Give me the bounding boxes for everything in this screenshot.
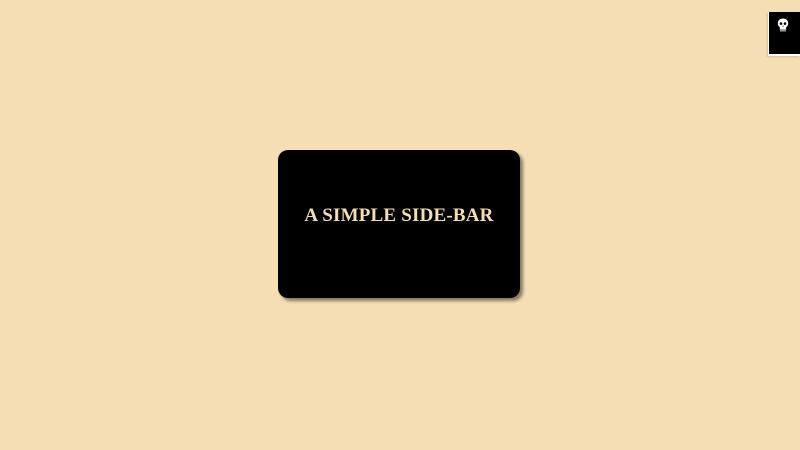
page-title: A SIMPLE SIDE-BAR xyxy=(304,205,494,226)
skull-icon xyxy=(777,18,789,32)
page: A SIMPLE SIDE-BAR xyxy=(0,0,800,450)
sidebar-toggle-button[interactable] xyxy=(768,12,800,56)
title-card: A SIMPLE SIDE-BAR xyxy=(278,150,520,298)
